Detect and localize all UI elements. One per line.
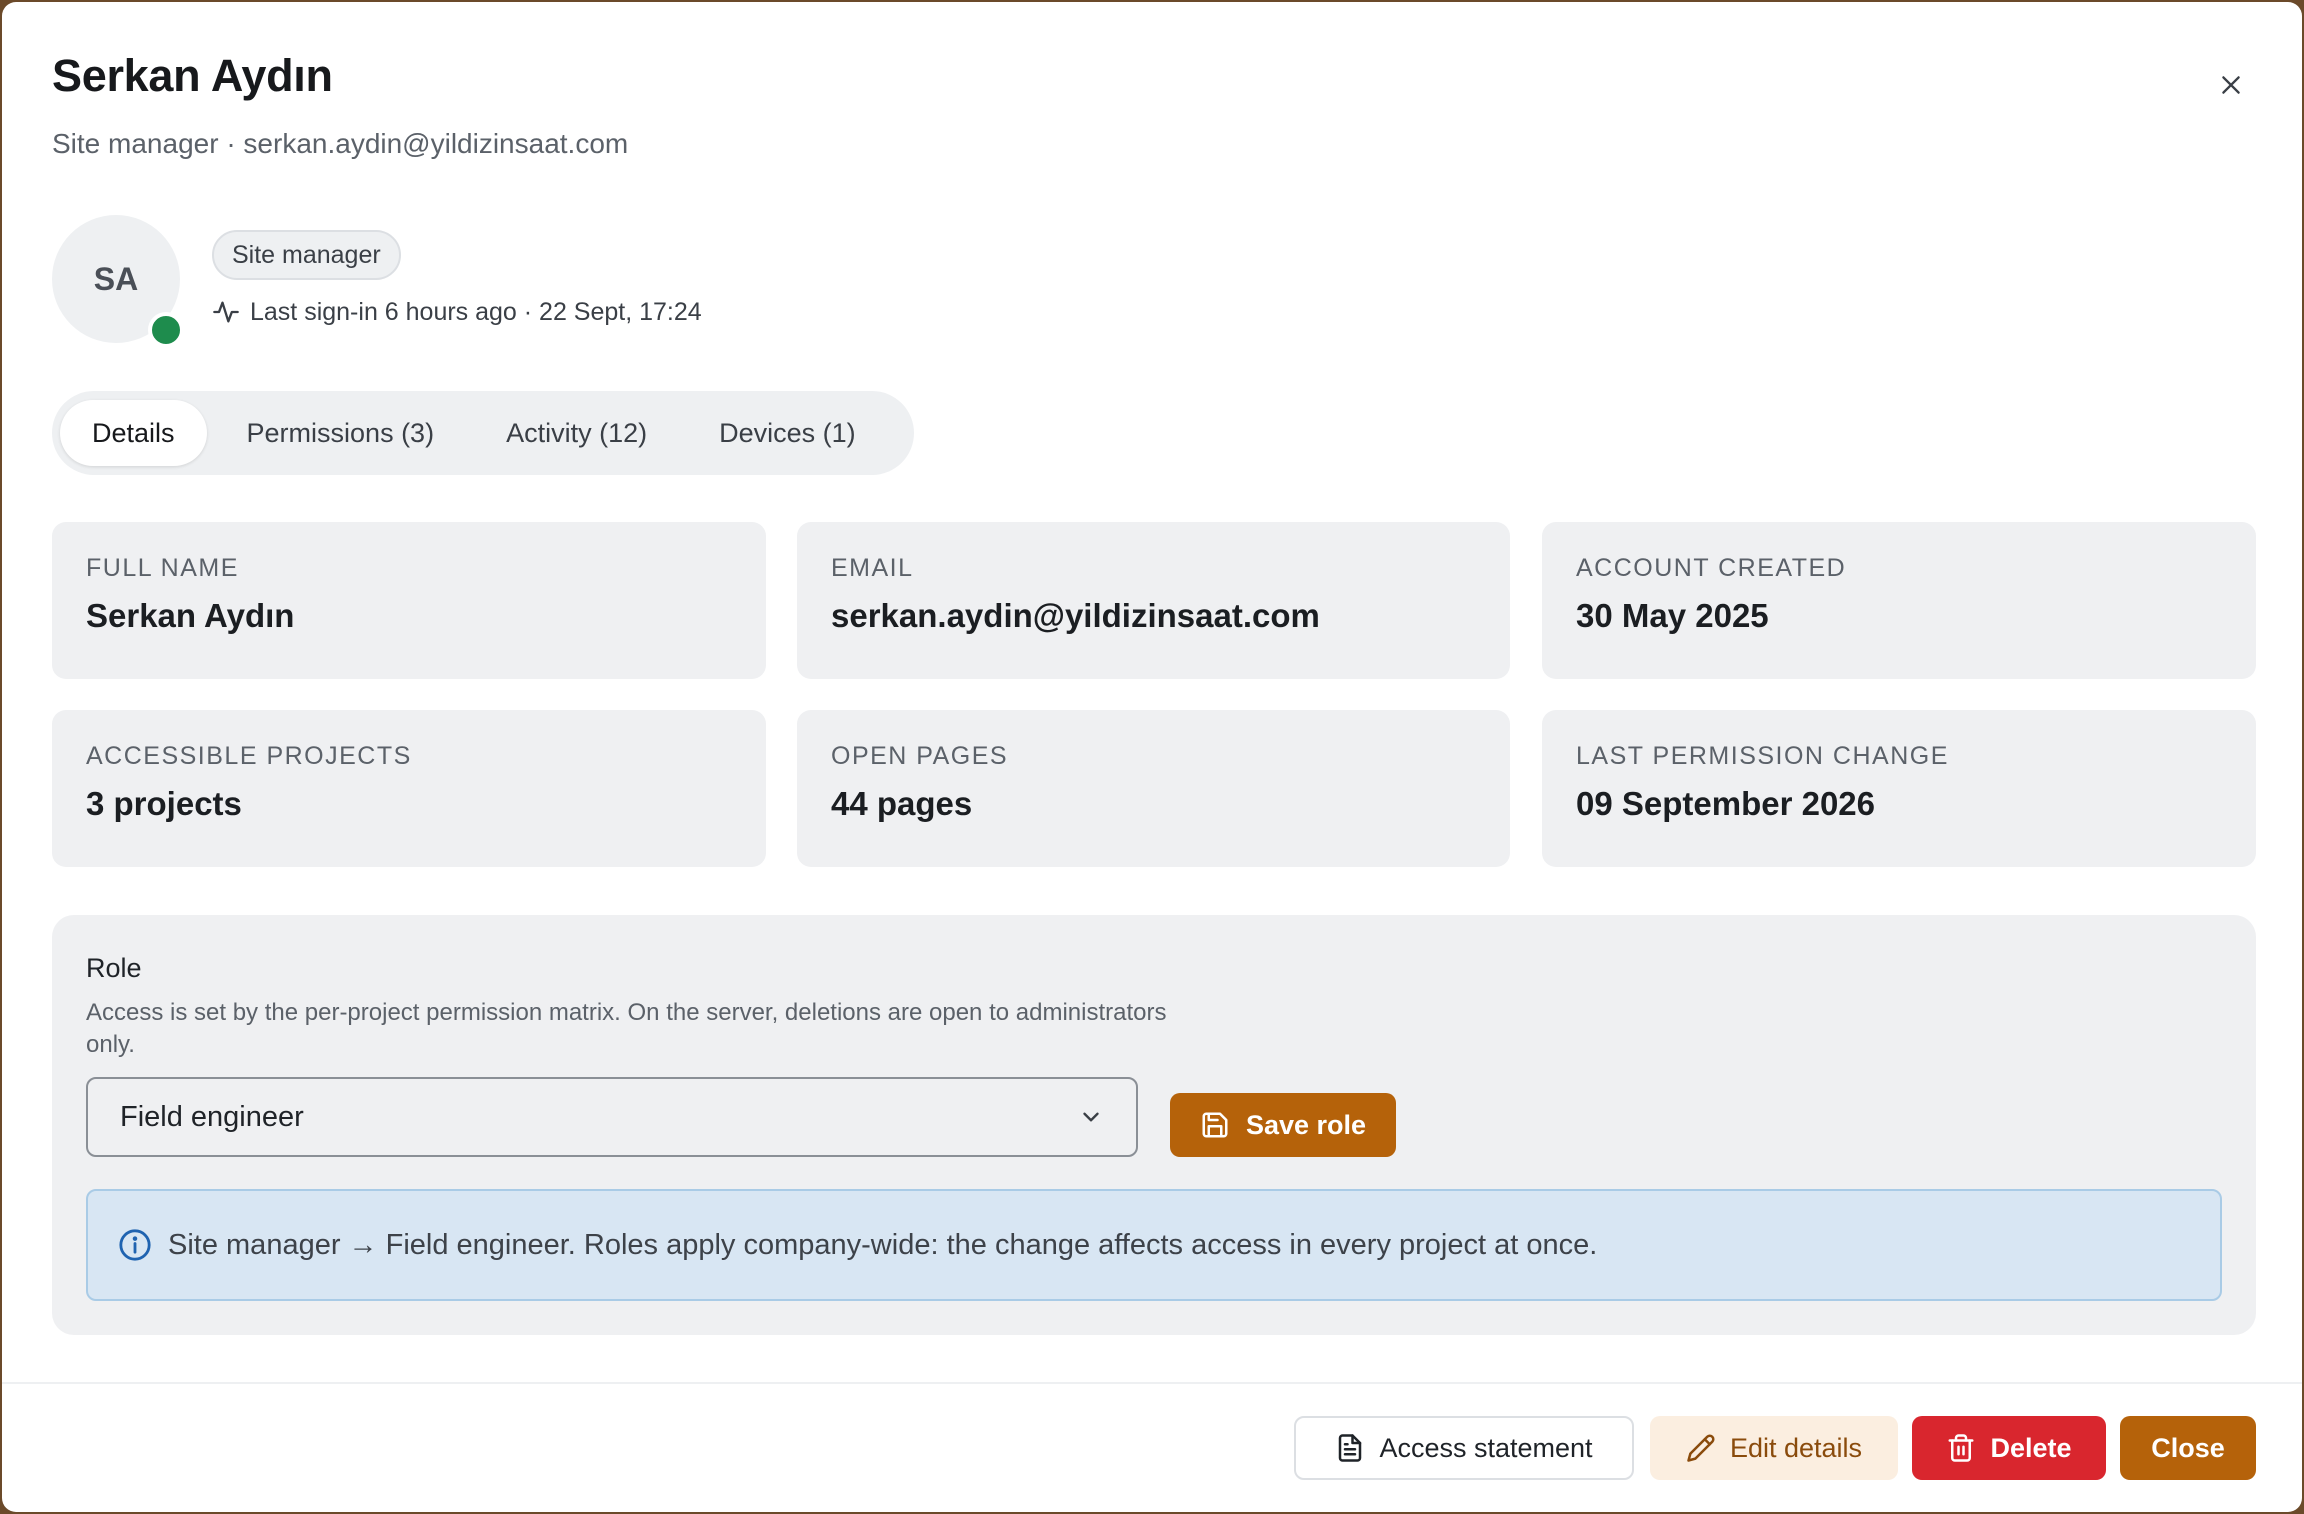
last-signin: Last sign-in 6 hours ago · 22 Sept, 17:2… [212, 294, 702, 330]
document-icon [1339, 1434, 1362, 1462]
online-status-indicator [148, 312, 184, 348]
edit-details-button[interactable]: Edit details [1650, 1416, 1898, 1480]
detail-card-full-name: FULL NAME Serkan Aydın [52, 522, 766, 679]
close-button[interactable]: Close [2120, 1416, 2256, 1480]
trash-icon [1948, 1434, 1974, 1462]
role-change-info-text: Site manager → Field engineer. Roles app… [168, 1228, 1598, 1261]
detail-value: serkan.aydin@yildizinsaat.com [831, 597, 1320, 634]
tab-bar: Details Permissions (3) Activity (12) De… [52, 391, 914, 475]
tab-activity[interactable]: Activity (12) [474, 400, 679, 466]
detail-value: 3 projects [86, 785, 242, 822]
detail-value: 30 May 2025 [1576, 597, 1769, 634]
tab-details[interactable]: Details [60, 400, 207, 466]
role-description: Access is set by the per-project permiss… [86, 999, 1167, 1058]
detail-value: 44 pages [831, 785, 973, 822]
close-icon [2222, 76, 2240, 94]
delete-button[interactable]: Delete [1912, 1416, 2106, 1480]
detail-card-last-permission-change: LAST PERMISSION CHANGE 09 September 2026 [1542, 710, 2256, 867]
role-badge: Site manager [212, 230, 401, 280]
last-signin-text: Last sign-in 6 hours ago · 22 Sept, 17:2… [250, 297, 702, 326]
role-select[interactable]: Field engineer [86, 1077, 1138, 1157]
footer-divider [2, 1382, 2302, 1384]
detail-label: OPEN PAGES [831, 742, 1009, 770]
save-role-label: Save role [1245, 1109, 1367, 1140]
role-select-value: Field engineer [120, 1100, 304, 1133]
detail-label: ACCESSIBLE PROJECTS [86, 742, 412, 770]
chevron-down-icon [1083, 1112, 1099, 1122]
dialog-title: Serkan Aydın [52, 50, 333, 101]
save-icon [1202, 1112, 1228, 1138]
detail-value: 09 September 2026 [1576, 785, 1876, 822]
detail-label: ACCOUNT CREATED [1576, 554, 1847, 582]
detail-card-accessible-projects: ACCESSIBLE PROJECTS 3 projects [52, 710, 766, 867]
role-title: Role [86, 953, 142, 983]
detail-card-email: EMAIL serkan.aydin@yildizinsaat.com [797, 522, 1510, 679]
detail-label: EMAIL [831, 554, 914, 582]
tab-devices[interactable]: Devices (1) [687, 400, 888, 466]
role-change-info: Site manager → Field engineer. Roles app… [86, 1189, 2222, 1301]
detail-value: Serkan Aydın [86, 597, 295, 634]
detail-label: FULL NAME [86, 554, 239, 582]
close-icon-button[interactable] [2206, 60, 2256, 110]
dialog-subtitle: Site manager · serkan.aydin@yildizinsaat… [52, 128, 629, 159]
save-role-button[interactable]: Save role [1170, 1093, 1396, 1157]
pencil-icon [1687, 1434, 1715, 1462]
activity-pulse-icon [213, 301, 239, 323]
role-panel: Role Access is set by the per-project pe… [52, 915, 2256, 1335]
access-statement-button[interactable]: Access statement [1294, 1416, 1634, 1480]
detail-card-account-created: ACCOUNT CREATED 30 May 2025 [1542, 522, 2256, 679]
tab-permissions[interactable]: Permissions (3) [215, 400, 467, 466]
access-statement-label: Access statement [1379, 1432, 1593, 1463]
detail-card-open-pages: OPEN PAGES 44 pages [797, 710, 1510, 867]
delete-label: Delete [1990, 1432, 2072, 1463]
info-icon [119, 1229, 151, 1261]
user-details-dialog: Serkan Aydın Site manager · serkan.aydin… [2, 2, 2302, 1512]
edit-details-label: Edit details [1729, 1432, 1863, 1463]
close-label: Close [2151, 1432, 2225, 1463]
detail-label: LAST PERMISSION CHANGE [1576, 742, 1949, 770]
